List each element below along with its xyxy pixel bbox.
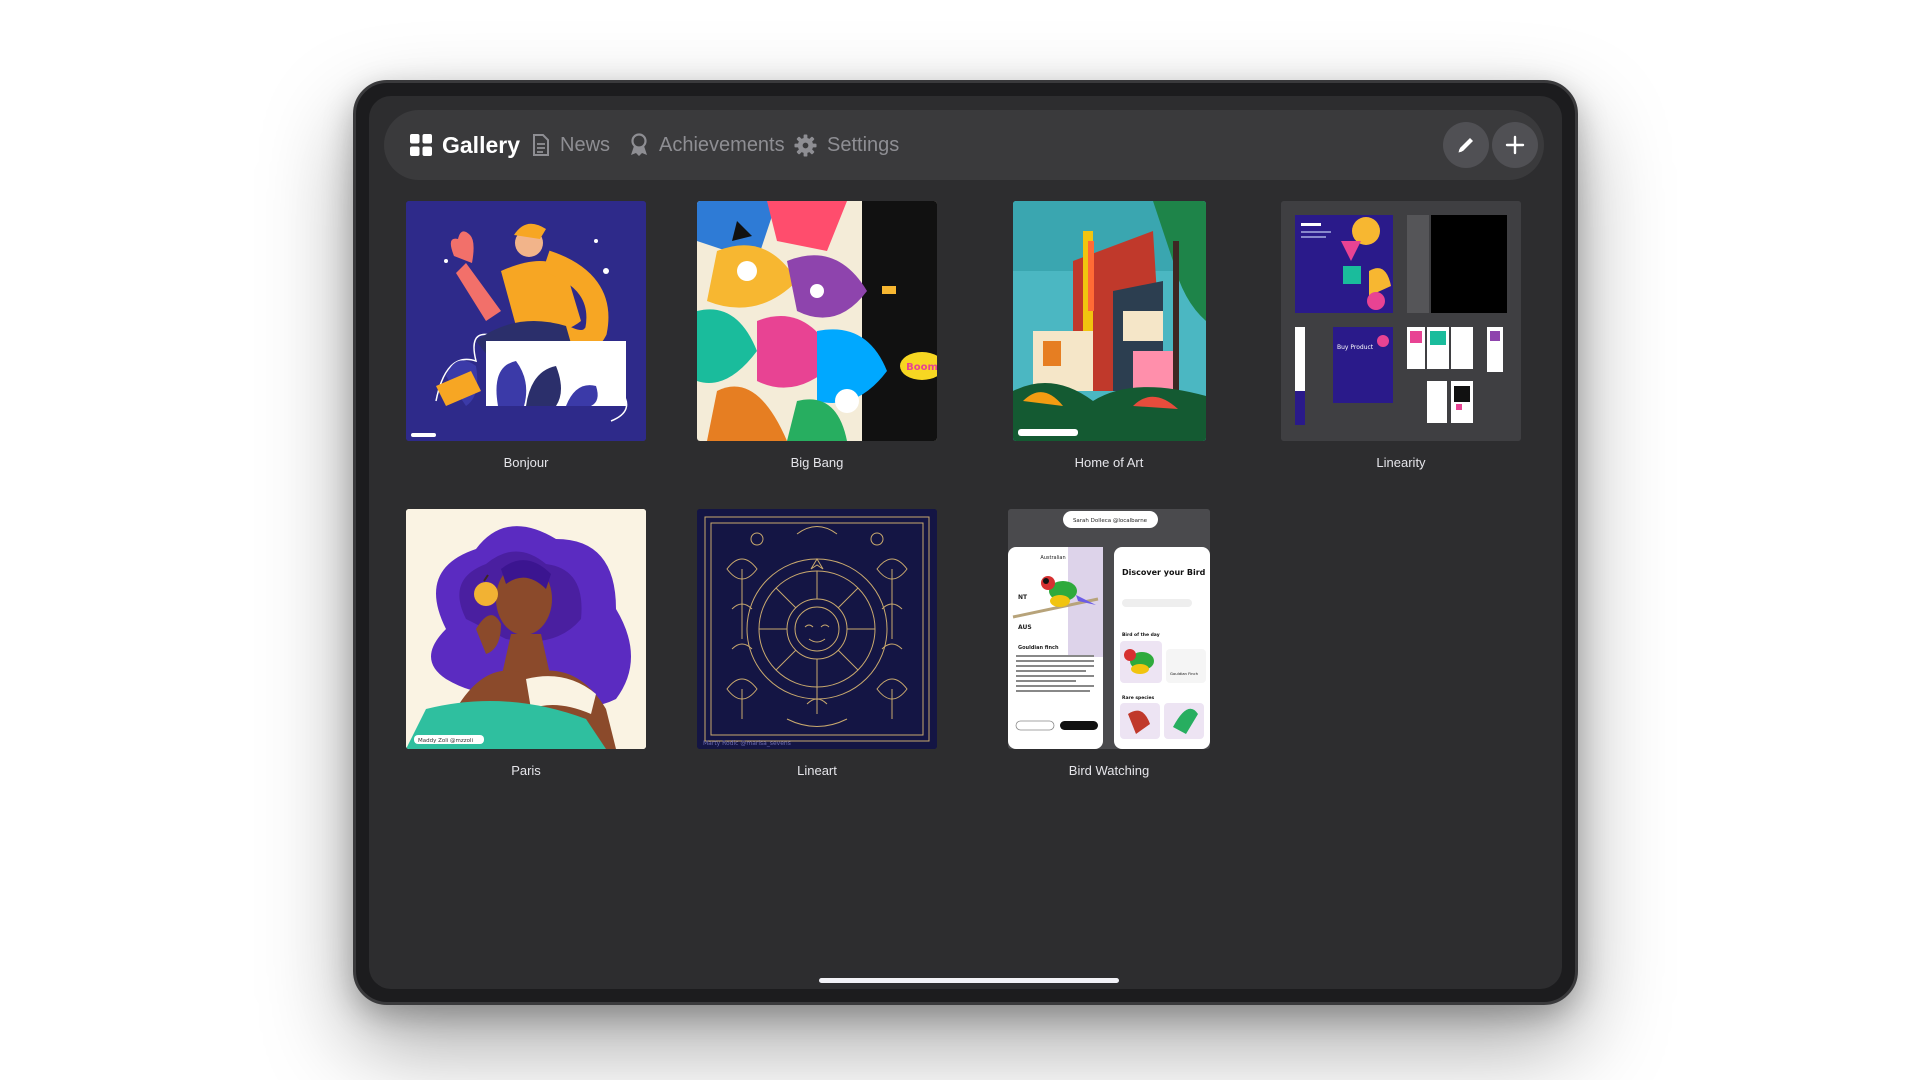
artwork-credit: Maddy Zoli @mzzoli: [418, 738, 474, 744]
rare-species-label: Rare species: [1122, 695, 1155, 701]
bird-of-day-label: Bird of the day: [1122, 632, 1160, 638]
bird-species-name: Gouldian finch: [1018, 645, 1059, 651]
add-button[interactable]: [1492, 122, 1538, 168]
home-of-art-illustration: [1013, 201, 1206, 441]
tab-achievements[interactable]: Achievements: [629, 110, 785, 180]
tablet-frame: Gallery News Achievements Settings Bonjo…: [353, 80, 1578, 1005]
bird-range-to: AUS: [1018, 624, 1032, 631]
artwork-thumbnail[interactable]: Sarah Dolleca @localbarne Australian NT …: [1008, 509, 1210, 749]
artwork-title: Bonjour: [503, 455, 549, 470]
artwork-thumbnail[interactable]: Maddy Zoli @mzzoli: [406, 509, 646, 749]
artwork-title: Lineart: [797, 763, 837, 778]
top-navigation-bar: Gallery News Achievements Settings: [384, 110, 1544, 180]
artwork-thumbnail[interactable]: Marty Rodic @marisa_sevens: [697, 509, 937, 749]
grid-icon: [410, 134, 432, 156]
home-indicator[interactable]: [819, 978, 1119, 983]
gallery-item-home-of-art[interactable]: Home of Art: [989, 201, 1229, 470]
bonjour-illustration: [406, 201, 646, 441]
bird-card-name: Gouldian Finch: [1170, 671, 1199, 676]
artwork-title: Paris: [511, 763, 541, 778]
artwork-credit: Marty Rodic @marisa_sevens: [703, 740, 791, 747]
artwork-thumbnail[interactable]: [1013, 201, 1206, 441]
linearity-pages-preview: Buy Product: [1281, 201, 1521, 441]
tab-label: News: [560, 133, 611, 156]
artwork-title: Linearity: [1376, 455, 1426, 470]
artwork-thumbnail[interactable]: Buy Product: [1281, 201, 1521, 441]
edit-button[interactable]: [1443, 122, 1489, 168]
gallery-item-lineart[interactable]: Marty Rodic @marisa_sevens Lineart: [697, 509, 937, 778]
artwork-title: Big Bang: [790, 455, 844, 470]
gear-icon: [794, 133, 817, 157]
artwork-thumbnail[interactable]: [406, 201, 646, 441]
tab-label: Gallery: [442, 131, 520, 158]
bird-watching-app-mockup: Sarah Dolleca @localbarne Australian NT …: [1008, 509, 1210, 749]
gallery-item-linearity[interactable]: Buy Product Linearity: [1281, 201, 1521, 470]
tab-label: Settings: [827, 133, 900, 156]
plus-icon: [1505, 135, 1525, 155]
author-pill: Sarah Dolleca @localbarne: [1073, 518, 1148, 524]
pencil-icon: [1458, 138, 1473, 153]
boom-sticker: Boom: [906, 362, 937, 373]
tab-news[interactable]: News: [532, 110, 610, 180]
tab-settings[interactable]: Settings: [794, 110, 899, 180]
tab-label: Achievements: [659, 133, 785, 156]
lineart-illustration: Marty Rodic @marisa_sevens: [697, 509, 937, 749]
award-icon: [631, 133, 647, 156]
gallery-item-paris[interactable]: Maddy Zoli @mzzoli Paris: [406, 509, 646, 778]
discover-heading: Discover your Bird: [1122, 568, 1206, 577]
document-icon: [533, 134, 549, 156]
big-bang-illustration: Boom: [697, 201, 937, 441]
gallery-item-bonjour[interactable]: Bonjour: [406, 201, 646, 470]
tab-gallery[interactable]: Gallery: [410, 110, 520, 180]
gallery-item-bird-watching[interactable]: Sarah Dolleca @localbarne Australian NT …: [989, 509, 1229, 778]
bird-range-from: NT: [1018, 594, 1028, 601]
artwork-thumbnail[interactable]: Boom: [697, 201, 937, 441]
artwork-title: Home of Art: [1074, 455, 1144, 470]
paris-illustration: Maddy Zoli @mzzoli: [406, 509, 646, 749]
artwork-title: Bird Watching: [1068, 763, 1150, 778]
app-screen: Gallery News Achievements Settings Bonjo…: [369, 96, 1562, 989]
gallery-item-big-bang[interactable]: Boom Big Bang: [697, 201, 937, 470]
linearity-headline: Buy Product: [1337, 344, 1374, 351]
bird-origin: Australian: [1040, 555, 1065, 561]
